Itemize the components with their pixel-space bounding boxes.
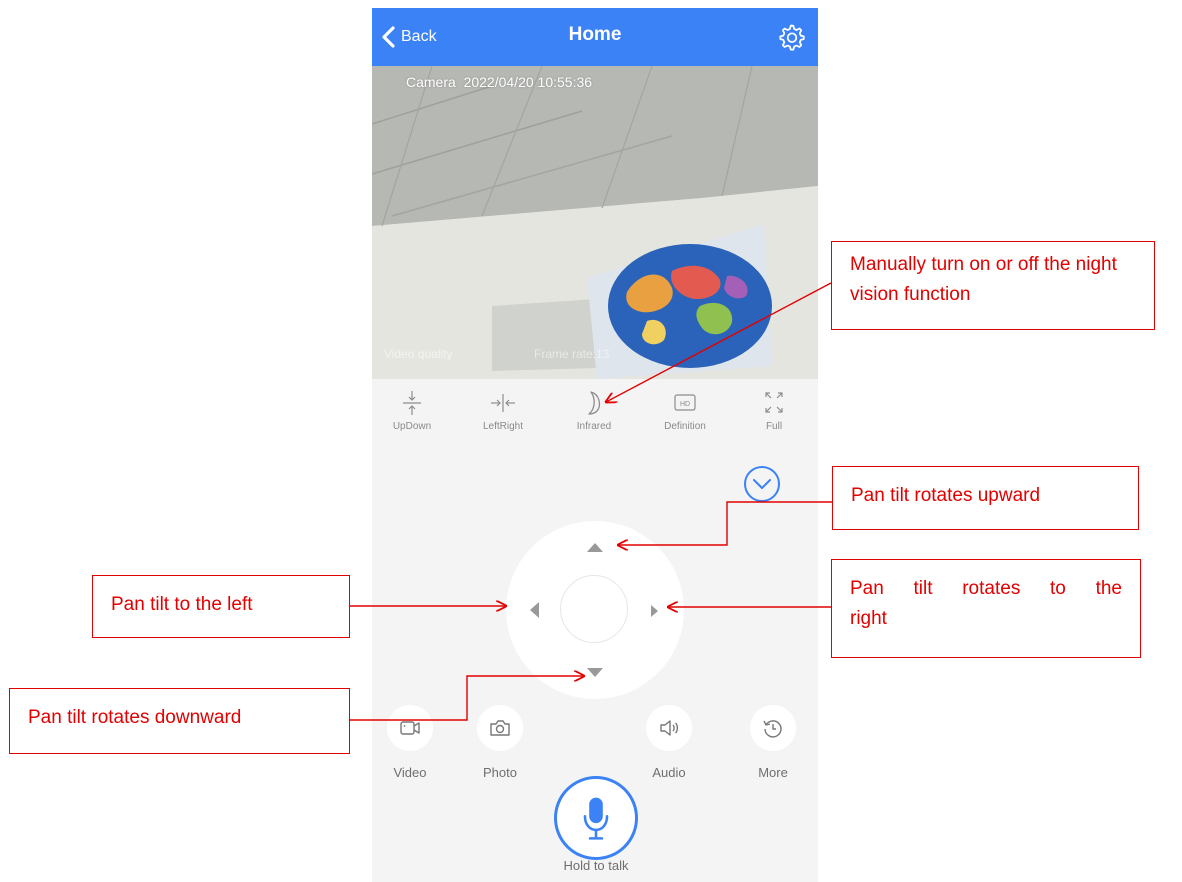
- audio-button[interactable]: Audio: [639, 705, 699, 780]
- callout-up-text: Pan tilt rotates upward: [851, 485, 1041, 506]
- video-circle[interactable]: [387, 705, 433, 751]
- svg-text:HD: HD: [680, 401, 690, 408]
- photo-button[interactable]: Photo: [470, 705, 530, 780]
- speaker-icon: [660, 720, 679, 736]
- history-icon: [763, 720, 782, 738]
- audio-label: Audio: [652, 765, 686, 780]
- updown-label: UpDown: [392, 421, 432, 432]
- infrared-button[interactable]: Infrared: [554, 389, 634, 432]
- callout-night-vision-text: Manually turn on or off the night vision…: [850, 254, 1117, 306]
- hold-to-talk-label: Hold to talk: [563, 858, 629, 873]
- audio-circle[interactable]: [646, 705, 692, 751]
- camera-scene: [372, 66, 818, 379]
- more-button[interactable]: More: [743, 705, 803, 780]
- pan-right-arrow-icon[interactable]: [651, 605, 658, 617]
- hold-to-talk-button[interactable]: [554, 776, 638, 860]
- callout-up: Pan tilt rotates upward: [832, 466, 1139, 530]
- photo-label: Photo: [483, 765, 517, 780]
- camera-name: Camera: [406, 74, 456, 90]
- video-button[interactable]: Video: [380, 705, 440, 780]
- pan-up-arrow-icon[interactable]: [587, 543, 603, 552]
- pan-left-arrow-icon[interactable]: [530, 602, 539, 618]
- leftright-icon: [491, 394, 515, 412]
- callout-right-text-line1: Pan tilt rotates to the: [850, 578, 1122, 599]
- leftright-label: LeftRight: [482, 421, 524, 432]
- callout-right: Pan tilt rotates to the right: [831, 559, 1141, 658]
- definition-button[interactable]: HD Definition: [645, 389, 725, 432]
- pan-tilt-pad: [506, 521, 684, 699]
- updown-icon: [403, 391, 421, 415]
- video-camera-icon: [400, 721, 420, 735]
- fullscreen-button[interactable]: Full: [734, 389, 814, 432]
- camera-timestamp: Camera 2022/04/20 10:55:36: [406, 74, 592, 90]
- top-bar: Back Home: [372, 8, 818, 66]
- moon-icon: [588, 391, 601, 415]
- app-screen: Back Home Camera 2022/04/20 10:55:36 Vid…: [372, 8, 818, 882]
- callout-down: Pan tilt rotates downward: [9, 688, 350, 754]
- microphone-icon: [583, 797, 609, 840]
- fullscreen-icon: [765, 392, 783, 413]
- camera-icon: [490, 720, 510, 736]
- callout-night-vision: Manually turn on or off the night vision…: [831, 241, 1155, 330]
- control-toolbar: UpDown LeftRight Infrared HD Definition: [372, 379, 818, 451]
- definition-label: Definition: [664, 421, 706, 432]
- callout-down-text: Pan tilt rotates downward: [28, 707, 242, 728]
- collapse-chevron-icon[interactable]: [742, 464, 782, 504]
- fullscreen-label: Full: [765, 421, 783, 432]
- camera-feed[interactable]: Camera 2022/04/20 10:55:36 Video quality…: [372, 66, 818, 379]
- callout-left-text: Pan tilt to the left: [111, 594, 253, 615]
- callout-right-text-line2: right: [850, 608, 887, 630]
- video-quality-label: Video quality: [384, 347, 453, 361]
- callout-left: Pan tilt to the left: [92, 575, 350, 638]
- video-label: Video: [393, 765, 427, 780]
- timestamp: 2022/04/20 10:55:36: [463, 74, 593, 90]
- photo-circle[interactable]: [477, 705, 523, 751]
- pan-down-arrow-icon[interactable]: [587, 668, 603, 677]
- leftright-button[interactable]: LeftRight: [463, 389, 543, 432]
- pan-tilt-center[interactable]: [560, 575, 628, 643]
- hd-icon: HD: [674, 394, 696, 411]
- gear-icon[interactable]: [776, 22, 806, 52]
- more-circle[interactable]: [750, 705, 796, 751]
- page-title: Home: [568, 24, 622, 45]
- frame-rate-label: Frame rate:13: [534, 347, 610, 361]
- infrared-label: Infrared: [576, 421, 612, 432]
- updown-button[interactable]: UpDown: [372, 389, 452, 432]
- more-label: More: [758, 765, 788, 780]
